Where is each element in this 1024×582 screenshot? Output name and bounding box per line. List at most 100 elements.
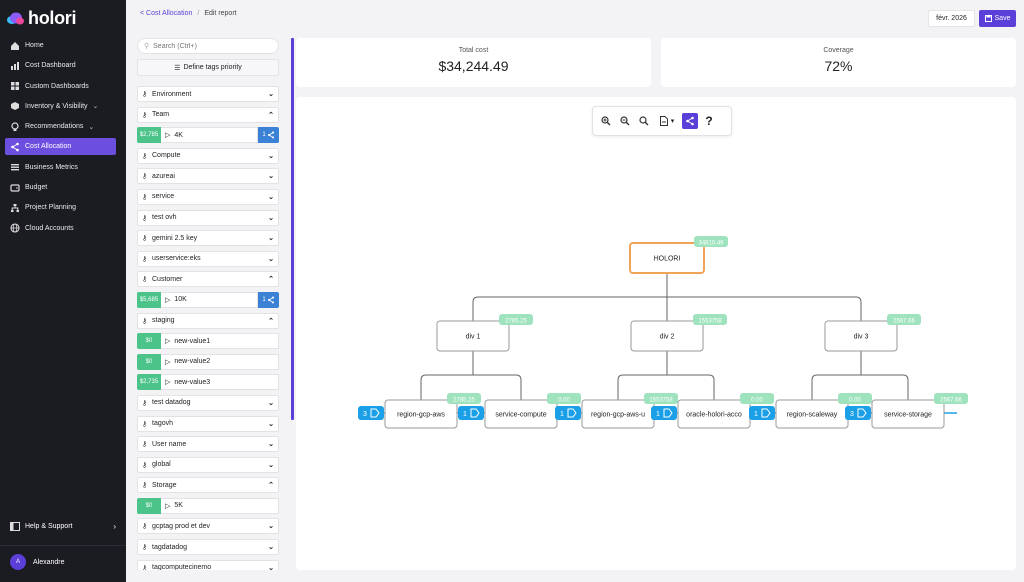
tag-value[interactable]: ▷ 4K	[161, 127, 258, 144]
tag-value-row[interactable]: $2,785 ▷ 4K 1	[137, 127, 279, 144]
tag-label: test ovh	[152, 214, 177, 222]
chevron-down-icon[interactable]: ⌄	[268, 420, 274, 428]
save-label: Save	[994, 15, 1011, 22]
chevron-down-icon[interactable]: ⌄	[268, 399, 274, 407]
save-button[interactable]: Save	[979, 10, 1016, 27]
app-name: holori	[28, 8, 77, 28]
chevron-down-icon[interactable]: ⌄	[268, 234, 274, 242]
tag-row[interactable]: ⚷ global ⌄	[137, 456, 279, 473]
chevron-down-icon[interactable]: ⌄	[268, 440, 274, 448]
key-icon: ⚷	[142, 193, 148, 201]
tag-row[interactable]: ⚷ gemini 2.5 key ⌄	[137, 230, 279, 247]
chevron-up-icon[interactable]: ⌃	[268, 481, 274, 489]
breadcrumb-current: Edit report	[204, 10, 237, 17]
cost-badge: $0	[137, 353, 161, 370]
tag-value-row[interactable]: $5,685 ▷ 10K 1	[137, 291, 279, 308]
tag-row[interactable]: ⚷ staging ⌃	[137, 312, 279, 329]
chevron-down-icon[interactable]: ⌄	[268, 152, 274, 160]
tag-row[interactable]: ⚷ Team ⌃	[137, 106, 279, 123]
chevron-up-icon[interactable]: ⌃	[268, 111, 274, 119]
nav-item-cloud-accounts[interactable]: Cloud Accounts	[5, 220, 116, 237]
breadcrumb-parent[interactable]: Cost Allocation	[146, 10, 192, 17]
share-icon	[267, 131, 274, 139]
chevron-down-icon[interactable]: ⌄	[268, 172, 274, 180]
zoom-in-icon[interactable]	[598, 113, 614, 129]
search-box[interactable]: ⚲	[137, 38, 279, 54]
breadcrumb-back-link[interactable]: < Cost Allocation	[140, 10, 192, 17]
node-value: 34810.49	[698, 241, 724, 247]
nav-item-label: Home	[25, 42, 44, 49]
allocation-canvas[interactable]: ▾ ? HOLORI 34810.49 div 1 2785.25 div 2 15537…	[296, 97, 1016, 570]
chevron-down-icon[interactable]: ⌄	[268, 461, 274, 469]
tag-row[interactable]: ⚷ Customer ⌃	[137, 271, 279, 288]
tag-value-row[interactable]: $0 ▷ new-value2	[137, 353, 279, 370]
tag-row[interactable]: ⚷ User name ⌄	[137, 436, 279, 453]
tag-list: ⚷ Environment ⌄ ⚷ Team ⌃ $2,785 ▷ 4K 1 ⚷ Compute ⌄ ⚷ a…	[137, 86, 279, 570]
tag-row[interactable]: ⚷ userservice:eks ⌄	[137, 250, 279, 267]
chevron-down-icon[interactable]: ⌄	[268, 90, 274, 98]
root-node	[629, 242, 705, 274]
tag-value[interactable]: ▷ 5K	[161, 497, 279, 514]
nav-item-cost-allocation[interactable]: Cost Allocation	[5, 138, 116, 156]
nav-item-business-metrics[interactable]: Business Metrics	[5, 159, 116, 176]
key-icon: ⚷	[142, 152, 148, 160]
nav-item-project-planning[interactable]: Project Planning	[5, 199, 116, 216]
nav-item-label: Cloud Accounts	[25, 224, 74, 232]
search-input[interactable]	[153, 42, 264, 50]
nav-item-custom-dashboards[interactable]: Custom Dashboards	[5, 78, 116, 95]
define-tags-priority-button[interactable]: ☰ Define tags priority	[137, 59, 279, 76]
tag-label: Environment	[152, 90, 192, 98]
app-logo[interactable]: holori	[6, 8, 77, 29]
date-picker-button[interactable]: févr. 2026	[928, 10, 975, 27]
tag-row[interactable]: ⚷ Environment ⌄	[137, 86, 279, 102]
node-label: HOLORI	[654, 256, 681, 263]
chevron-down-icon[interactable]: ⌄	[268, 564, 274, 570]
tag-row[interactable]: ⚷ test datadog ⌄	[137, 394, 279, 411]
tag-row[interactable]: ⚷ Storage ⌃	[137, 477, 279, 494]
chevron-down-icon[interactable]: ⌄	[268, 522, 274, 530]
chevron-up-icon[interactable]: ⌃	[268, 317, 274, 325]
tag-value-row[interactable]: $0 ▷ new-value1	[137, 333, 279, 350]
tag-row[interactable]: ⚷ tagdatadog ⌄	[137, 539, 279, 556]
chevron-down-icon[interactable]: ⌄	[268, 255, 274, 263]
chevron-down-icon[interactable]: ⌄	[268, 214, 274, 222]
help-icon[interactable]: ?	[701, 113, 717, 129]
zoom-reset-icon[interactable]	[636, 113, 652, 129]
node-label: region-gcp-aws-u	[591, 412, 645, 419]
allocation-link-button[interactable]: 1	[258, 291, 279, 308]
user-menu[interactable]: A Alexandre	[10, 554, 65, 570]
tag-row[interactable]: ⚷ gcptag prod et dev ⌄	[137, 518, 279, 535]
tag-value[interactable]: ▷ new-value3	[161, 374, 279, 391]
tag-value[interactable]: ▷ 10K	[161, 291, 258, 308]
nav-item-home[interactable]: Home	[5, 37, 116, 54]
tag-value-row[interactable]: $2,735 ▷ new-value3	[137, 374, 279, 391]
tag-row[interactable]: ⚷ Compute ⌄	[137, 147, 279, 164]
tag-value[interactable]: ▷ new-value2	[161, 353, 279, 370]
nav-item-recommendations[interactable]: Recommendations ⌄	[5, 118, 116, 135]
nav-item-cost-dashboard[interactable]: Cost Dashboard	[5, 57, 116, 74]
tag-row[interactable]: ⚷ tagovh ⌄	[137, 415, 279, 432]
allocation-link-button[interactable]: 1	[258, 127, 279, 144]
tag-icon: ▷	[165, 502, 171, 510]
canvas-toolbar: ▾ ?	[592, 106, 732, 136]
tag-row[interactable]: ⚷ test ovh ⌄	[137, 209, 279, 226]
tag-value-label: 4K	[174, 131, 183, 139]
nav-item-label: Business Metrics	[25, 163, 78, 171]
tag-count: 1	[560, 411, 564, 418]
chevron-down-icon[interactable]: ⌄	[268, 543, 274, 551]
tag-value-row[interactable]: $0 ▷ 5K	[137, 497, 279, 514]
help-support-link[interactable]: Help & Support ›	[10, 520, 116, 532]
tag-row[interactable]: ⚷ tagcomputecinemo ⌄	[137, 559, 279, 570]
zoom-out-icon[interactable]	[617, 113, 633, 129]
tag-value[interactable]: ▷ new-value1	[161, 333, 279, 350]
nav-item-budget[interactable]: Budget	[5, 179, 116, 196]
tag-row[interactable]: ⚷ azureai ⌄	[137, 168, 279, 185]
tag-row[interactable]: ⚷ service ⌄	[137, 188, 279, 205]
export-icon[interactable]: ▾	[655, 113, 679, 129]
nav-item-inventory-visibility[interactable]: Inventory & Visibility ⌄	[5, 98, 116, 115]
chevron-down-icon[interactable]: ⌄	[268, 193, 274, 201]
share-icon[interactable]	[682, 113, 698, 129]
node-value: 2785.25	[505, 319, 527, 325]
search-icon: ⚲	[144, 43, 150, 50]
chevron-up-icon[interactable]: ⌃	[268, 275, 274, 283]
